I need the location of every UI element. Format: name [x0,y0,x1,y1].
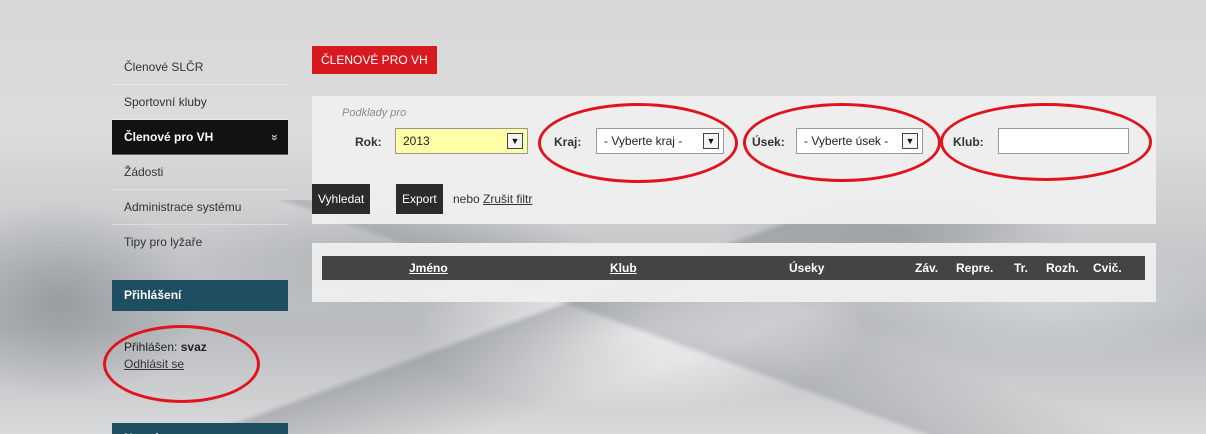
login-header: Přihlášení [112,280,288,311]
column-header-klub[interactable]: Klub [610,256,637,280]
klub-label: Klub: [953,135,984,149]
sidebar: Členové SLČR Sportovní kluby Členové pro… [112,50,288,434]
column-header-rozh: Rozh. [1046,261,1079,275]
or-text: nebo Zrušit filtr [453,192,532,206]
results-panel: Jméno Klub Úseky Záv. Repre. Tr. Rozh. C… [312,243,1156,302]
chevron-down-icon: ▼ [703,133,719,149]
column-header-zav: Záv. [915,261,939,275]
klub-input[interactable] [998,128,1129,154]
chevron-down-icon: ▼ [507,133,523,149]
kraj-select[interactable]: - Vyberte kraj - ▼ [596,128,724,154]
sidebar-item-label: Sportovní kluby [124,95,207,109]
rok-select-value: 2013 [403,134,430,148]
sidebar-item-label: Žádosti [124,165,164,179]
export-button[interactable]: Export [396,184,443,214]
kraj-label: Kraj: [554,135,582,149]
or-label: nebo [453,192,480,206]
sidebar-item-sportovni-kluby[interactable]: Sportovní kluby [112,85,288,120]
sidebar-item-zadosti[interactable]: Žádosti [112,155,288,190]
column-header-tr: Tr. [1014,261,1029,275]
page-title: ČLENOVÉ PRO VH [312,46,437,74]
sidebar-item-label: Členové SLČR [124,60,204,74]
sidebar-item-label: Administrace systému [124,200,242,214]
rok-label: Rok: [355,135,382,149]
logout-link[interactable]: Odhlásit se [124,357,184,371]
logged-in-label: Přihlášen: [124,340,178,354]
usek-select[interactable]: - Vyberte úsek - ▼ [796,128,923,154]
sidebar-item-label: Tipy pro lyžaře [124,235,203,249]
sidebar-item-label: Členové pro VH [124,130,214,144]
usek-label: Úsek: [752,135,785,149]
chevron-down-icon: ▼ [902,133,918,149]
usek-select-value: - Vyberte úsek - [804,134,889,148]
kraj-select-value: - Vyberte kraj - [604,134,683,148]
clear-filter-link[interactable]: Zrušit filtr [483,192,532,206]
login-status: Přihlášen: svaz Odhlásit se [112,311,288,423]
search-button[interactable]: Vyhledat [312,184,371,214]
column-header-useky: Úseky [789,261,825,275]
sidebar-item-clenove-pro-vh[interactable]: Členové pro VH » [112,120,288,155]
column-header-cvic: Cvič. [1093,261,1122,275]
sidebar-item-clenove-slcr[interactable]: Členové SLČR [112,50,288,85]
column-header-jmeno[interactable]: Jméno [409,256,448,280]
newsletter-header: Newsletter [112,423,288,434]
chevron-down-icon: » [268,134,283,141]
fieldset-legend: Podklady pro [342,107,407,119]
sidebar-item-administrace[interactable]: Administrace systému [112,190,288,225]
rok-select[interactable]: 2013 ▼ [395,128,528,154]
logged-in-user: svaz [180,340,207,354]
table-header: Jméno Klub Úseky Záv. Repre. Tr. Rozh. C… [322,256,1145,280]
sidebar-item-tipy[interactable]: Tipy pro lyžaře [112,225,288,260]
column-header-repre: Repre. [956,261,994,275]
filter-panel: Podklady pro Rok: 2013 ▼ Kraj: - Vyberte… [312,96,1156,224]
